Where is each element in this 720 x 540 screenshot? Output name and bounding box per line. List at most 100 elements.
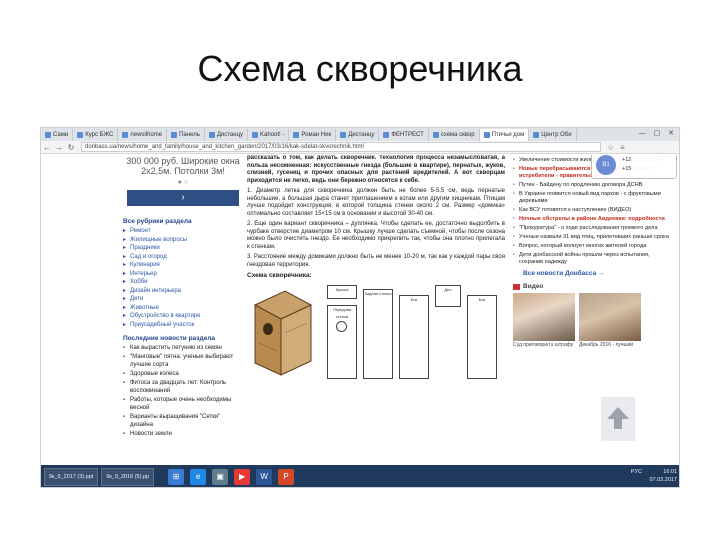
- right-news-item[interactable]: Ночные обстрелы в районе Авдеевки: подро…: [513, 216, 671, 223]
- reload-icon[interactable]: ↻: [65, 143, 77, 152]
- browser-tab[interactable]: Птичьи дом: [479, 129, 530, 141]
- section-news-item[interactable]: Здоровые колеса: [123, 370, 243, 378]
- windows-taskbar: 9к_9_2017 (3).ppt 9к_9_2016 (5).pp ⊞ e ▣ ▶ W…: [41, 465, 679, 487]
- browser-tab[interactable]: ФЕНТРЕСТ: [379, 129, 429, 141]
- favicon-icon: [483, 132, 490, 138]
- browser-screenshot: Сами Курс БЖС newsilhome Панель Дистанцу Kaho…: [40, 127, 680, 488]
- favicon-icon: [252, 132, 259, 138]
- article-body: рассказать о том, как делать скворечник.…: [247, 155, 505, 465]
- taskbar-app-icon[interactable]: ▣: [212, 469, 229, 485]
- scroll-to-top-button[interactable]: [601, 397, 635, 441]
- article-paragraph: 1. Диаметр летка для скворечника должен …: [247, 188, 505, 217]
- browser-tab[interactable]: newsilhome: [118, 129, 168, 141]
- menu-icon[interactable]: ≡: [620, 143, 625, 152]
- browser-tab-strip: Сами Курс БЖС newsilhome Панель Дистанцу Kaho…: [41, 128, 679, 141]
- birdhouse-drawing-icon: [253, 289, 313, 376]
- scheme-entrance-hole: [336, 320, 347, 332]
- category-link[interactable]: Хобби: [123, 278, 243, 287]
- video-thumbnail[interactable]: [513, 293, 575, 341]
- favicon-icon: [432, 132, 439, 138]
- browser-tab[interactable]: схема сквор: [429, 129, 480, 141]
- favicon-icon: [340, 132, 347, 138]
- more-news-link[interactable]: Все новости Донбасса →: [523, 270, 671, 277]
- right-news-item[interactable]: Путин - Байдену по продлению договора ДС…: [513, 182, 671, 189]
- browser-tab-label: Центр Оби: [541, 132, 572, 138]
- tray-language[interactable]: РУС: [631, 468, 642, 476]
- ad-text[interactable]: 300 000 руб. Широкие окна 2х2,5м. Потолк…: [123, 156, 243, 176]
- browser-tab[interactable]: Роман Ник: [289, 129, 337, 141]
- ad-next-button[interactable]: ›: [127, 190, 239, 206]
- video-icon: [513, 283, 520, 290]
- category-link[interactable]: Интерьер: [123, 270, 243, 279]
- right-news-item[interactable]: Ученые назвали 31 вид птиц, прилетевших …: [513, 234, 671, 241]
- tray-clock: 16:01: [663, 469, 677, 475]
- forward-arrow-icon[interactable]: →: [53, 143, 65, 152]
- favicon-icon: [122, 132, 129, 138]
- browser-tab[interactable]: Центр Оби: [529, 129, 577, 141]
- browser-tab[interactable]: Дистанцу: [205, 129, 249, 141]
- category-link[interactable]: Приусадебный участок: [123, 321, 243, 330]
- taskbar-app-icon[interactable]: W: [256, 469, 273, 485]
- browser-tab-label: Курс БЖС: [85, 132, 114, 138]
- section-news-item[interactable]: Фитоса за двадцать лет: Контроль воспоми…: [123, 379, 243, 395]
- category-link[interactable]: Кулинария: [123, 261, 243, 270]
- favicon-icon: [45, 132, 51, 138]
- browser-tab-label: ФЕНТРЕСТ: [391, 132, 424, 138]
- category-link[interactable]: Праздники: [123, 244, 243, 253]
- browser-tab[interactable]: Kahoot! -: [248, 129, 290, 141]
- section-news-item[interactable]: Как вырастить петунию из семян: [123, 344, 243, 352]
- video-caption[interactable]: Суд приговорил к штрафу: [513, 342, 575, 348]
- back-arrow-icon[interactable]: ←: [41, 143, 53, 152]
- section-news-item[interactable]: Новости земли: [123, 430, 243, 438]
- scheme-part-roof: Крыша: [327, 284, 357, 299]
- section-news-item[interactable]: Работы, которые очень необходимы весной: [123, 396, 243, 412]
- browser-tab[interactable]: Сами: [41, 129, 74, 141]
- page-content: 300 000 руб. Широкие окна 2х2,5м. Потолк…: [41, 155, 679, 465]
- scheme-part-side: Бок: [467, 294, 497, 379]
- section-news-item[interactable]: Варианты выращивания "Сетки" дизайна: [123, 413, 243, 429]
- category-link[interactable]: Дизайн интерьера: [123, 287, 243, 296]
- weather-temp-1: +12: [622, 157, 632, 163]
- ad-carousel-dots[interactable]: ● ○: [123, 179, 243, 186]
- bookmark-star-icon[interactable]: ☆: [607, 143, 614, 152]
- category-link[interactable]: Дети: [123, 295, 243, 304]
- browser-tab[interactable]: Панель: [167, 129, 205, 141]
- favicon-icon: [293, 132, 300, 138]
- window-controls[interactable]: — ▢ ✕: [639, 129, 677, 137]
- category-link[interactable]: Ремонт: [123, 227, 243, 236]
- taskbar-app-icon[interactable]: e: [190, 469, 207, 485]
- scheme-part-bottom: Дно: [435, 284, 461, 307]
- right-sidebar: Увеличение стоимости жилья: "Сколько" ст…: [513, 155, 671, 465]
- url-input[interactable]: donbass.ua/news/home_and_family/house_an…: [81, 142, 601, 152]
- weather-widget[interactable]: В1 +12 +15: [591, 155, 677, 179]
- browser-tab-label: Роман Ник: [301, 132, 332, 138]
- system-tray[interactable]: РУС 16:01 07.03.2017: [631, 468, 677, 484]
- right-news-item[interactable]: "Прокуратура" - о ходе расследования гро…: [513, 225, 671, 232]
- taskbar-item[interactable]: 9к_9_2017 (3).ppt: [44, 468, 99, 486]
- taskbar-app-icon[interactable]: ⊞: [168, 469, 185, 485]
- video-thumbnail[interactable]: [579, 293, 641, 341]
- right-news-item[interactable]: Как ВСУ готовятся к наступлению (ВИДЕО): [513, 207, 671, 214]
- slide-title: Схема скворечника: [197, 48, 523, 89]
- section-news-item[interactable]: "Манговые" пятна: ученые выбирают лучшие…: [123, 353, 243, 369]
- category-link[interactable]: Животные: [123, 304, 243, 313]
- browser-tab[interactable]: Дистанцу: [336, 129, 380, 141]
- taskbar-app-icon[interactable]: ▶: [234, 469, 251, 485]
- category-link[interactable]: Жилищные вопросы: [123, 236, 243, 245]
- taskbar-item[interactable]: 9к_9_2016 (5).pp: [101, 468, 155, 486]
- video-caption[interactable]: Декабрь 2016 - лучший: [579, 342, 641, 348]
- left-sidebar: 300 000 руб. Широкие окна 2х2,5м. Потолк…: [123, 155, 243, 465]
- right-news-item[interactable]: Дети донбасской войны прошли через испыт…: [513, 252, 671, 266]
- browser-tab-label: newsilhome: [130, 132, 163, 138]
- category-link[interactable]: Сад и огород: [123, 253, 243, 262]
- browser-tab[interactable]: Курс БЖС: [73, 129, 119, 141]
- video-section-label: Видео: [523, 283, 544, 290]
- category-link[interactable]: Обустройство в квартире: [123, 312, 243, 321]
- right-news-item[interactable]: Вопрос, который волнует многих жителей г…: [513, 243, 671, 250]
- taskbar-app-icon[interactable]: P: [278, 469, 295, 485]
- section-news-title: Последние новости раздела: [123, 335, 215, 342]
- browser-tab-label: Дистанцу: [216, 132, 244, 138]
- address-bar: ← → ↻ donbass.ua/news/home_and_family/ho…: [41, 141, 679, 154]
- tray-date: 07.03.2017: [649, 477, 677, 483]
- right-news-item[interactable]: В Украине появится новый вид парков - с …: [513, 191, 671, 205]
